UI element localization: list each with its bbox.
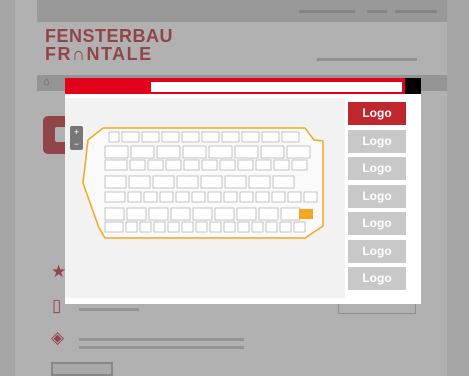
modal-header bbox=[65, 78, 405, 94]
booth bbox=[147, 159, 164, 171]
booth bbox=[201, 131, 220, 143]
logo-button[interactable]: Logo bbox=[348, 184, 406, 208]
booth bbox=[221, 131, 240, 143]
booth bbox=[261, 131, 280, 143]
booth bbox=[141, 131, 160, 143]
booth bbox=[125, 221, 138, 233]
hall-floor-map[interactable]: + − bbox=[65, 98, 345, 298]
booth bbox=[255, 191, 270, 203]
booth bbox=[251, 221, 264, 233]
zoom-in-button[interactable]: + bbox=[70, 126, 83, 138]
booth bbox=[286, 145, 311, 159]
booth bbox=[208, 145, 233, 159]
exhibitor-logo-list: Logo Logo Logo Logo Logo Logo Logo bbox=[348, 102, 406, 295]
booth bbox=[148, 207, 169, 221]
booth bbox=[182, 145, 207, 159]
booth bbox=[236, 207, 257, 221]
booth bbox=[127, 191, 142, 203]
booth bbox=[159, 191, 174, 203]
booth bbox=[153, 221, 166, 233]
booth bbox=[165, 159, 182, 171]
booth bbox=[104, 145, 129, 159]
booth bbox=[195, 221, 208, 233]
booth bbox=[248, 175, 271, 189]
booth bbox=[303, 191, 318, 203]
booth bbox=[176, 175, 199, 189]
modal-title-field bbox=[151, 82, 402, 92]
booth bbox=[273, 159, 290, 171]
booth bbox=[209, 221, 222, 233]
logo-button[interactable]: Logo bbox=[348, 267, 406, 290]
booth bbox=[104, 207, 125, 221]
booth bbox=[219, 159, 236, 171]
booth bbox=[139, 221, 152, 233]
booth bbox=[223, 191, 238, 203]
logo-button[interactable]: Logo bbox=[348, 212, 406, 235]
booth bbox=[287, 191, 302, 203]
booth bbox=[152, 175, 175, 189]
booth bbox=[183, 159, 200, 171]
booth bbox=[223, 221, 236, 233]
booth bbox=[104, 159, 128, 171]
booth bbox=[108, 131, 120, 143]
booth bbox=[128, 175, 151, 189]
booth bbox=[255, 159, 272, 171]
booth bbox=[104, 221, 124, 233]
zoom-control: + − bbox=[70, 126, 83, 150]
booth bbox=[121, 131, 140, 143]
booth bbox=[237, 159, 254, 171]
booth bbox=[265, 221, 278, 233]
booth bbox=[167, 221, 180, 233]
booth bbox=[224, 175, 247, 189]
booth bbox=[175, 191, 190, 203]
logo-button[interactable]: Logo bbox=[348, 102, 406, 125]
logo-button[interactable]: Logo bbox=[348, 129, 406, 153]
booth bbox=[126, 207, 147, 221]
booth bbox=[280, 207, 301, 221]
booth bbox=[258, 207, 279, 221]
booth bbox=[191, 191, 206, 203]
booth bbox=[281, 131, 300, 143]
booth bbox=[181, 131, 200, 143]
highlighted-booth bbox=[299, 209, 313, 219]
booth bbox=[192, 207, 213, 221]
booth bbox=[234, 145, 259, 159]
hall-plan-modal: + − Logo Logo Logo Logo Logo Logo Logo bbox=[65, 78, 421, 304]
booth bbox=[170, 207, 191, 221]
booth bbox=[239, 191, 254, 203]
booth bbox=[104, 175, 127, 189]
booth bbox=[161, 131, 180, 143]
booth bbox=[201, 159, 218, 171]
booth bbox=[181, 221, 194, 233]
booth bbox=[143, 191, 158, 203]
booth bbox=[271, 191, 286, 203]
booth bbox=[293, 221, 306, 233]
booth bbox=[130, 145, 155, 159]
booth bbox=[156, 145, 181, 159]
booth bbox=[237, 221, 250, 233]
booth bbox=[207, 191, 222, 203]
booth bbox=[272, 175, 295, 189]
booth bbox=[214, 207, 235, 221]
booth bbox=[129, 159, 146, 171]
floor-plan-image bbox=[82, 127, 324, 239]
booth bbox=[260, 145, 285, 159]
booth bbox=[241, 131, 260, 143]
booth bbox=[279, 221, 292, 233]
logo-button[interactable]: Logo bbox=[348, 239, 406, 263]
close-button[interactable] bbox=[405, 78, 421, 94]
booth bbox=[104, 191, 126, 203]
logo-button[interactable]: Logo bbox=[348, 157, 406, 180]
booth bbox=[291, 159, 308, 171]
zoom-out-button[interactable]: − bbox=[70, 138, 83, 150]
booth bbox=[200, 175, 223, 189]
